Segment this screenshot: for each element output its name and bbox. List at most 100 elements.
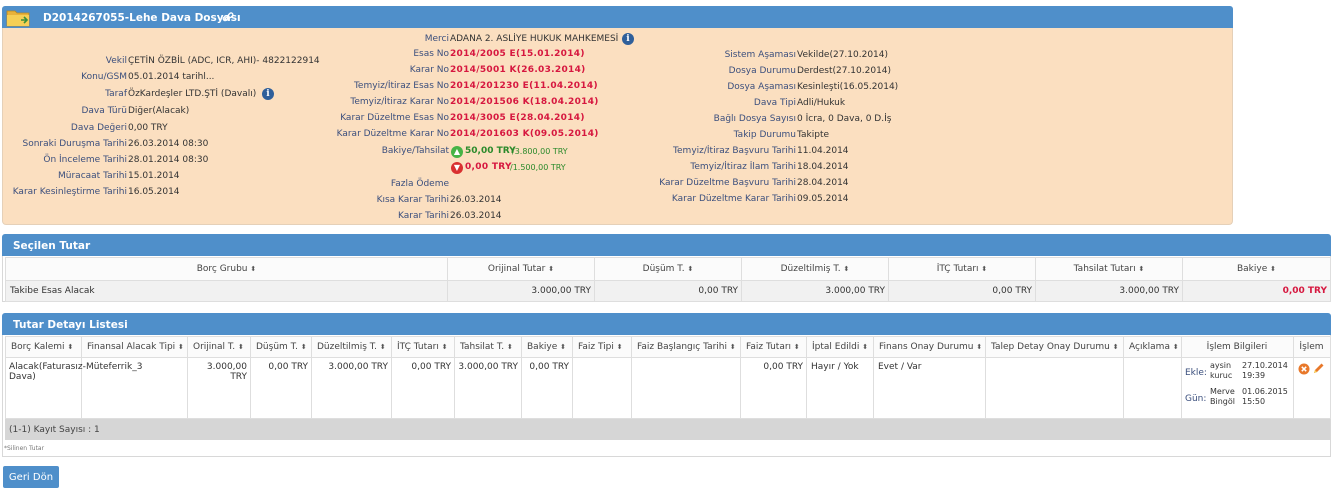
field-label: Bağlı Dosya Sayısı (713, 114, 796, 124)
table-row[interactable]: Takibe Esas Alacak 3.000,00 TRY 0,00 TRY… (5, 280, 1331, 302)
field-value: 28.01.2014 08:30 (128, 155, 209, 165)
detail-table: Borç Kalemi ⬍ Finansal Alacak Tipi ⬍ Ori… (5, 336, 1331, 419)
col-tahsilat[interactable]: Tahsilat Tutarı ⬍ (1035, 257, 1183, 281)
field-label: Karar Düzeltme Karar No (336, 129, 449, 139)
sort-icon: ⬍ (862, 343, 869, 351)
col-label: Tahsilat Tutarı (1073, 264, 1136, 274)
col-label: Talep Detay Onay Durumu (991, 342, 1110, 352)
record-count-bar: (1-1) Kayıt Sayısı : 1 (5, 419, 1330, 440)
record-count: (1-1) Kayıt Sayısı : 1 (9, 425, 100, 435)
cell-faiz-tutari: 0,00 TRY (740, 357, 807, 419)
col-finans-onay[interactable]: Finans Onay Durumu ⬍ (873, 336, 986, 358)
gun-user: Merve Bingöl (1210, 387, 1235, 406)
col-faiz-tutari[interactable]: Faiz Tutarı ⬍ (740, 336, 807, 358)
cell-duzeltilmis: 3.000,00 TRY (741, 280, 889, 302)
col-orijinal-tutar[interactable]: Orijinal Tutar ⬍ (447, 257, 595, 281)
col-label: Düşüm T. (256, 342, 298, 352)
sort-icon: ⬍ (379, 343, 386, 351)
field-value: 16.05.2014 (128, 187, 180, 197)
col-islem-bilgileri: İşlem Bilgileri (1181, 336, 1294, 358)
info-icon[interactable]: i (262, 88, 274, 100)
delete-icon[interactable] (1298, 363, 1310, 375)
sort-icon: ⬍ (441, 343, 448, 351)
col-faiz-tipi[interactable]: Faiz Tipi ⬍ (572, 336, 632, 358)
arrow-down-icon: ▼ (451, 162, 463, 174)
sort-icon: ⬍ (1138, 265, 1145, 273)
field-value: 0 İcra, 0 Dava, 0 D.İş (797, 114, 892, 124)
cell-dusum: 0,00 TRY (594, 280, 742, 302)
col-duzeltilmis[interactable]: Düzeltilmiş T. ⬍ (741, 257, 889, 281)
col-label: Orijinal Tutar (487, 264, 546, 274)
field-value: ÇETİN ÖZBİL (ADC, ICR, AHI)- 4822122914 (128, 56, 320, 66)
field-label: Dosya Aşaması (727, 82, 796, 92)
cell-itc: 0,00 TRY (888, 280, 1036, 302)
sort-icon: ⬍ (687, 265, 694, 273)
field-value: 2014/3005 E(28.04.2014) (450, 113, 585, 123)
col-itc[interactable]: İTÇ Tutarı ⬍ (391, 336, 455, 358)
col-faiz-baslangic[interactable]: Faiz Başlangıç Tarihi ⬍ (631, 336, 741, 358)
bakiye-total: /1.500,00 TRY (510, 163, 566, 172)
ekle-label: Ekle: (1185, 368, 1207, 378)
field-label: Merci (424, 34, 449, 44)
col-tahsilat[interactable]: Tahsilat T. ⬍ (454, 336, 522, 358)
field-value: 0,00 TRY (128, 123, 168, 133)
col-label: Orijinal T. (193, 342, 236, 352)
field-label: Temyiz/İtiraz Başvuru Tarihi (673, 146, 796, 156)
col-borc-grubu[interactable]: Borç Grubu ⬍ (5, 257, 448, 281)
cell-borc-kalemi: Alacak(Faturasız-Dava) (5, 357, 86, 419)
selected-section-header: Seçilen Tutar (2, 234, 1331, 256)
table-header-row: Borç Grubu ⬍ Orijinal Tutar ⬍ Düşüm T. ⬍… (5, 257, 1331, 281)
col-bakiye[interactable]: Bakiye ⬍ (1182, 257, 1331, 281)
link-icon[interactable] (222, 11, 234, 23)
sort-icon: ⬍ (507, 343, 513, 351)
case-title: D2014267055-Lehe Dava Dosyası (43, 12, 241, 24)
folder-icon (6, 10, 30, 27)
col-duzeltilmis[interactable]: Düzeltilmiş T. ⬍ (311, 336, 392, 358)
col-dusum[interactable]: Düşüm T. ⬍ (594, 257, 742, 281)
table-row[interactable]: Alacak(Faturasız-Dava) Müteferrik_3 3.00… (5, 357, 1331, 419)
info-icon[interactable]: i (622, 33, 634, 45)
field-label: Kısa Karar Tarihi (376, 195, 449, 205)
field-label: Temyiz/İtiraz Esas No (353, 81, 449, 91)
sort-icon: ⬍ (616, 343, 623, 351)
field-label: Karar No (409, 65, 449, 75)
field-label: Müracaat Tarihi (58, 171, 127, 181)
field-value: 2014/201603 K(09.05.2014) (450, 129, 599, 139)
col-label: Faiz Başlangıç Tarihi (637, 342, 727, 352)
section-title: Tutar Detayı Listesi (13, 319, 128, 331)
col-itc[interactable]: İTÇ Tutarı ⬍ (888, 257, 1036, 281)
col-orijinal[interactable]: Orijinal T. ⬍ (187, 336, 251, 358)
back-button[interactable]: Geri Dön (3, 466, 59, 488)
cell-orijinal: 3.000,00 TRY (447, 280, 595, 302)
field-label: Sistem Aşaması (724, 50, 796, 60)
col-iptal[interactable]: İptal Edildi ⬍ (806, 336, 874, 358)
col-label: Faiz Tutarı (746, 342, 792, 352)
col-borc-kalemi[interactable]: Borç Kalemi ⬍ (5, 336, 82, 358)
edit-pencil-icon[interactable] (1312, 362, 1325, 375)
field-value: Takipte (797, 130, 830, 140)
field-value: 26.03.2014 08:30 (128, 139, 209, 149)
cell-talep-onay (985, 357, 1124, 419)
col-label: İşlem Bilgileri (1206, 342, 1268, 352)
col-bakiye[interactable]: Bakiye ⬍ (521, 336, 573, 358)
selected-table: Borç Grubu ⬍ Orijinal Tutar ⬍ Düşüm T. ⬍… (5, 257, 1331, 302)
field-label: Karar Düzeltme Karar Tarihi (671, 194, 796, 204)
ekle-time: 19:39 (1242, 371, 1266, 380)
detail-section-body: Borç Kalemi ⬍ Finansal Alacak Tipi ⬍ Ori… (2, 335, 1331, 457)
field-value: 2014/201506 K(18.04.2014) (450, 97, 599, 107)
field-value: 26.03.2014 (450, 211, 502, 221)
section-title: Seçilen Tutar (13, 240, 91, 252)
field-label: Karar Düzeltme Esas No (340, 113, 449, 123)
col-aciklama[interactable]: Açıklama ⬍ (1123, 336, 1182, 358)
sort-icon: ⬍ (843, 265, 850, 273)
col-label: Finans Onay Durumu (879, 342, 974, 352)
cell-orijinal: 3.000,00 TRY (187, 357, 251, 419)
col-talep-onay[interactable]: Talep Detay Onay Durumu ⬍ (985, 336, 1124, 358)
field-label: Sonraki Duruşma Tarihi (22, 139, 127, 149)
field-label: Temyiz/İtiraz Karar No (350, 97, 449, 107)
col-finansal-tip[interactable]: Finansal Alacak Tipi ⬍ (81, 336, 188, 358)
deleted-note: *Silinen Tutar (4, 445, 45, 452)
field-label: Karar Kesinleştirme Tarihi (12, 187, 127, 197)
col-dusum[interactable]: Düşüm T. ⬍ (250, 336, 312, 358)
col-label: Faiz Tipi (578, 342, 614, 352)
